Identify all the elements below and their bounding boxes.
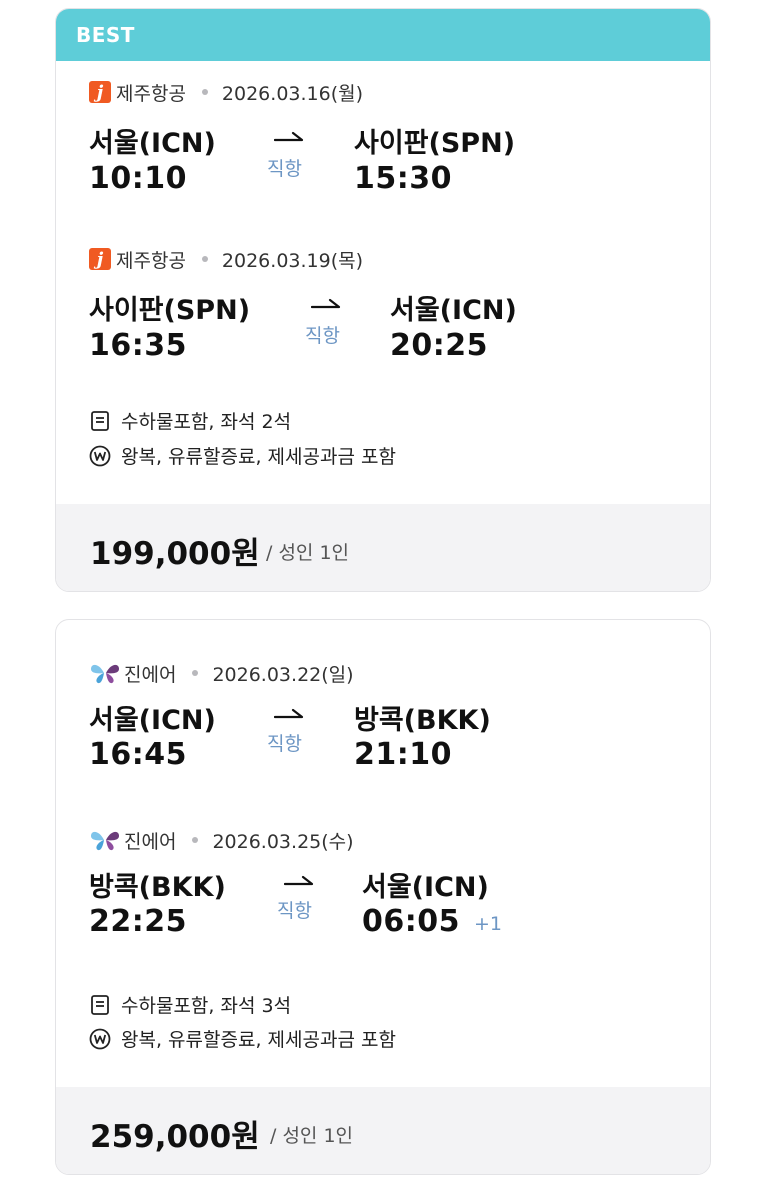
direct-flight-label: 직항 bbox=[267, 733, 302, 755]
arrival-city: 서울(ICN) bbox=[390, 295, 517, 326]
best-badge: BEST bbox=[56, 9, 710, 61]
price: 199,000원 bbox=[90, 536, 260, 572]
airline-row: 진에어 2026.03.22(일) bbox=[89, 658, 354, 688]
airline-name: 제주항공 bbox=[116, 249, 186, 272]
airline-name: 진에어 bbox=[124, 663, 177, 686]
baggage-info: 수하물포함, 좌석 2석 bbox=[89, 407, 291, 434]
arrow-right-icon bbox=[311, 296, 341, 310]
departure-time: 22:25 bbox=[89, 904, 187, 939]
fare-note-text: 왕복, 유류할증료, 제세공과금 포함 bbox=[121, 446, 396, 468]
arrow-right-icon bbox=[274, 129, 304, 143]
direct-flight-label: 직항 bbox=[305, 325, 340, 347]
baggage-info: 수하물포함, 좌석 3석 bbox=[89, 991, 291, 1018]
price-bar: 259,000원 / 성인 1인 bbox=[56, 1087, 710, 1174]
airline-row: 진에어 2026.03.25(수) bbox=[89, 825, 354, 855]
fare-info: 왕복, 유류할증료, 제세공과금 포함 bbox=[89, 1025, 396, 1052]
document-icon bbox=[89, 994, 111, 1016]
jinair-logo-icon bbox=[89, 661, 121, 685]
won-coin-icon bbox=[89, 445, 111, 467]
departure-time: 10:10 bbox=[89, 161, 187, 196]
departure-city: 사이판(SPN) bbox=[89, 295, 251, 326]
jejuair-logo-icon: j bbox=[89, 248, 111, 270]
airline-name: 제주항공 bbox=[116, 82, 186, 105]
separator-dot bbox=[192, 670, 199, 676]
flight-date: 2026.03.19(목) bbox=[221, 249, 364, 272]
flight-offer-card[interactable]: 진에어 2026.03.22(일) 서울(ICN) 직항 방콕(BKK) 16:… bbox=[55, 619, 711, 1175]
flight-offer-card[interactable]: BEST j 제주항공 2026.03.16(월) 서울(ICN) 직항 사이판… bbox=[55, 8, 711, 592]
departure-time: 16:35 bbox=[89, 328, 187, 363]
flight-date: 2026.03.22(일) bbox=[212, 663, 354, 686]
won-coin-icon bbox=[89, 1028, 111, 1050]
fare-info: 왕복, 유류할증료, 제세공과금 포함 bbox=[89, 442, 396, 469]
arrow-right-icon bbox=[284, 873, 314, 887]
flight-date: 2026.03.25(수) bbox=[212, 830, 354, 853]
airline-row: j 제주항공 2026.03.19(목) bbox=[89, 244, 363, 274]
direct-flight-label: 직항 bbox=[267, 158, 302, 180]
jinair-logo-icon bbox=[89, 828, 121, 852]
separator-dot bbox=[192, 837, 199, 843]
arrow-right-icon bbox=[274, 706, 304, 720]
departure-city: 서울(ICN) bbox=[89, 705, 216, 736]
arrival-time: 21:10 bbox=[354, 737, 452, 772]
per-person-label: / 성인 1인 bbox=[266, 542, 350, 564]
jejuair-logo-icon: j bbox=[89, 81, 111, 103]
baggage-seats-text: 수하물포함, 좌석 2석 bbox=[121, 411, 292, 433]
departure-time: 16:45 bbox=[89, 737, 187, 772]
flight-date: 2026.03.16(월) bbox=[221, 82, 364, 105]
price-bar: 199,000원 / 성인 1인 bbox=[56, 504, 710, 591]
document-icon bbox=[89, 410, 111, 432]
fare-note-text: 왕복, 유류할증료, 제세공과금 포함 bbox=[121, 1029, 396, 1051]
arrival-city: 서울(ICN) bbox=[362, 872, 489, 903]
arrival-city: 방콕(BKK) bbox=[354, 705, 491, 736]
departure-city: 방콕(BKK) bbox=[89, 872, 226, 903]
next-day-indicator: +1 bbox=[474, 913, 503, 935]
arrival-time: 15:30 bbox=[354, 161, 452, 196]
arrival-city: 사이판(SPN) bbox=[354, 128, 516, 159]
airline-row: j 제주항공 2026.03.16(월) bbox=[89, 77, 363, 107]
baggage-seats-text: 수하물포함, 좌석 3석 bbox=[121, 995, 292, 1017]
separator-dot bbox=[201, 256, 208, 262]
arrival-time: 06:05 bbox=[362, 904, 460, 939]
airline-name: 진에어 bbox=[124, 830, 177, 853]
departure-city: 서울(ICN) bbox=[89, 128, 216, 159]
arrival-time: 20:25 bbox=[390, 328, 488, 363]
price: 259,000원 bbox=[90, 1119, 260, 1155]
direct-flight-label: 직항 bbox=[277, 900, 312, 922]
per-person-label: / 성인 1인 bbox=[270, 1125, 354, 1147]
separator-dot bbox=[201, 89, 208, 95]
